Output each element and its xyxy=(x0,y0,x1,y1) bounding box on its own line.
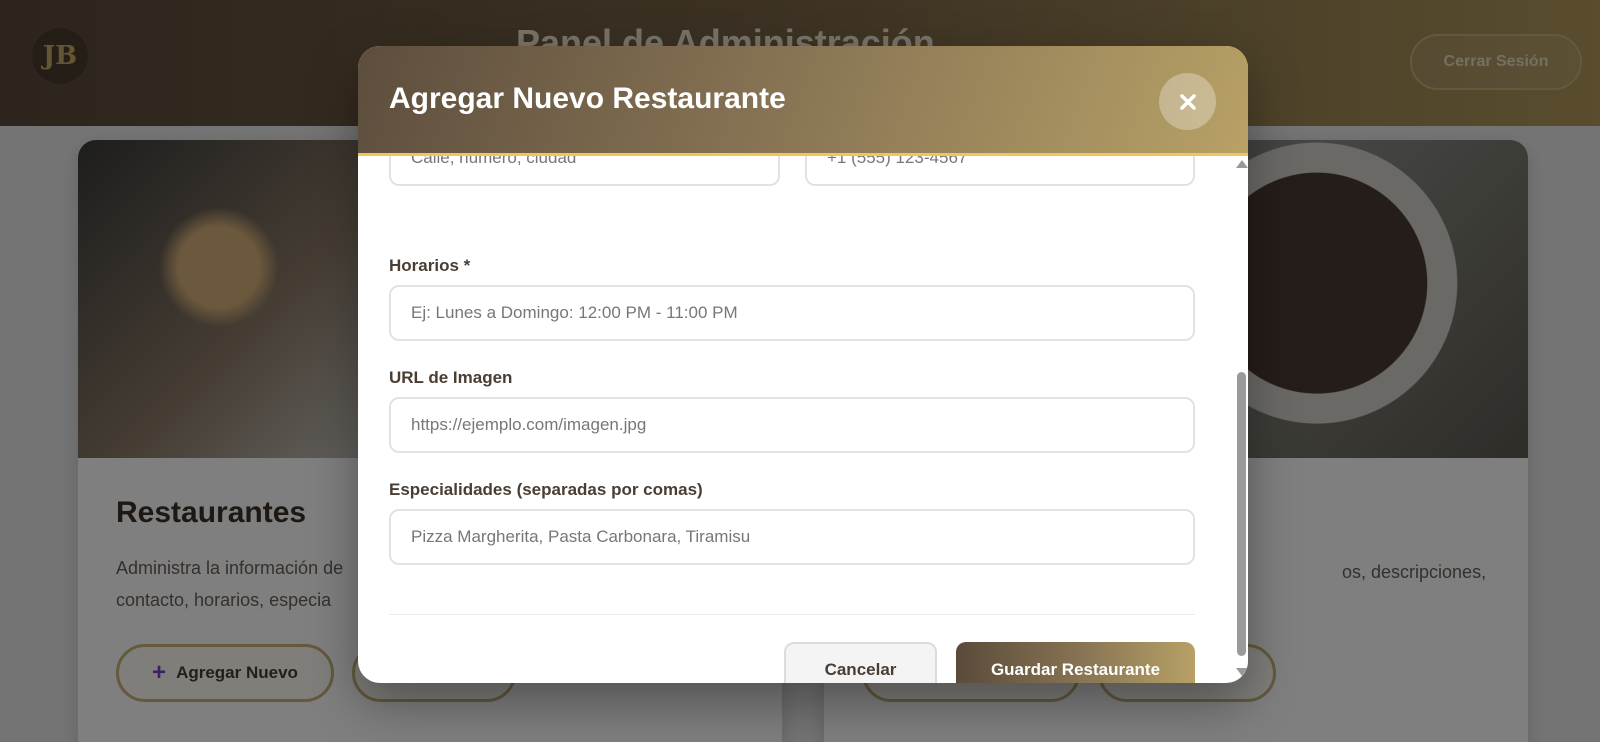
close-button[interactable] xyxy=(1159,73,1216,130)
cancel-button[interactable]: Cancelar xyxy=(784,642,937,683)
address-input[interactable]: Calle, número, ciudad xyxy=(389,156,780,186)
hours-input[interactable]: Ej: Lunes a Domingo: 12:00 PM - 11:00 PM xyxy=(389,285,1195,341)
scroll-up-arrow-icon[interactable] xyxy=(1236,160,1248,168)
modal-title: Agregar Nuevo Restaurante xyxy=(389,82,786,115)
scroll-down-arrow-icon[interactable] xyxy=(1236,668,1248,676)
add-restaurant-modal: Agregar Nuevo Restaurante Calle, número,… xyxy=(358,46,1248,683)
image-url-label: URL de Imagen xyxy=(389,368,513,387)
phone-input[interactable]: +1 (555) 123-4567 xyxy=(805,156,1195,186)
close-icon xyxy=(1179,93,1196,110)
divider xyxy=(389,614,1195,615)
hours-label: Horarios * xyxy=(389,256,471,275)
save-restaurant-button[interactable]: Guardar Restaurante xyxy=(956,642,1195,683)
scroll-thumb[interactable] xyxy=(1237,372,1246,656)
modal-scrollbar[interactable] xyxy=(1234,156,1248,683)
specialties-label: Especialidades (separadas por comas) xyxy=(389,480,703,499)
modal-header: Agregar Nuevo Restaurante xyxy=(358,46,1248,156)
modal-body[interactable]: Calle, número, ciudad +1 (555) 123-4567 … xyxy=(358,156,1234,683)
specialties-input[interactable]: Pizza Margherita, Pasta Carbonara, Tiram… xyxy=(389,509,1195,565)
image-url-input[interactable]: https://ejemplo.com/imagen.jpg xyxy=(389,397,1195,453)
